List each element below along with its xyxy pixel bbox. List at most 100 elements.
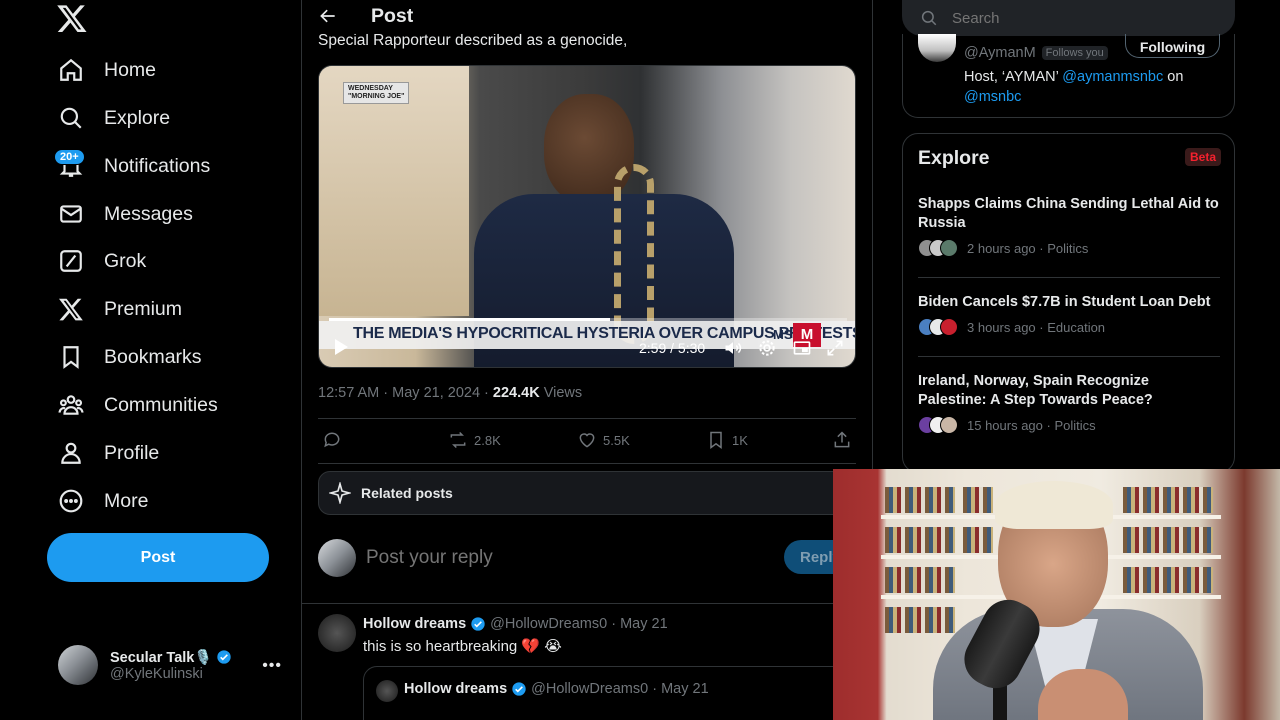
show-tag-day: WEDNESDAY: [348, 85, 393, 92]
divider: [318, 463, 856, 464]
avatar[interactable]: [918, 34, 956, 62]
nav-more[interactable]: More: [48, 479, 158, 523]
reply-input[interactable]: [366, 547, 766, 569]
search-input[interactable]: [952, 9, 1202, 27]
share-action[interactable]: [832, 430, 852, 450]
retweet-action[interactable]: 2.8K: [448, 430, 501, 450]
trend-title: Biden Cancels $7.7B in Student Loan Debt: [918, 294, 1211, 310]
nav-communities[interactable]: Communities: [48, 383, 228, 427]
reply-icon: [324, 432, 340, 448]
post-meta: 12:57 AM · May 21, 2024 · 224.4K Views: [318, 385, 582, 401]
post-header: Post: [302, 0, 872, 34]
trend-item[interactable]: Shapps Claims China Sending Lethal Aid t…: [918, 195, 1220, 257]
following-button[interactable]: Following: [1125, 34, 1220, 58]
x-logo-icon: [58, 298, 83, 321]
beta-badge: Beta: [1185, 148, 1222, 166]
nav-messages[interactable]: Messages: [48, 192, 203, 236]
more-circle-icon: [59, 489, 83, 513]
bookmark-icon: [63, 346, 79, 369]
video-player[interactable]: WEDNESDAY "MORNING JOE" THE MEDIA'S HYPO…: [318, 65, 856, 368]
trend-meta: 15 hours ago · Politics: [918, 416, 1220, 434]
nav-label: Premium: [104, 297, 183, 320]
follows-you-badge: Follows you: [1041, 46, 1108, 60]
retweet-icon: [450, 431, 466, 449]
bookmark-icon: [710, 431, 722, 449]
views-label: Views: [539, 385, 583, 401]
bio-link[interactable]: @msnbc: [964, 89, 1021, 105]
nav-premium[interactable]: Premium: [48, 287, 192, 331]
play-icon[interactable]: [333, 338, 349, 356]
explore-title: Explore: [918, 147, 990, 169]
bio-link[interactable]: @aymanmsnbc: [1062, 69, 1163, 85]
account-switcher[interactable]: Secular Talk🎙️ @KyleKulinski •••: [58, 645, 288, 685]
person-icon: [61, 442, 81, 464]
bio-text: Host, ‘AYMAN’: [964, 69, 1063, 85]
fullscreen-icon[interactable]: [825, 338, 845, 358]
reply-action[interactable]: [322, 430, 342, 450]
trend-title: Shapps Claims China Sending Lethal Aid t…: [918, 196, 1219, 231]
bookshelf: [1123, 487, 1213, 513]
like-action[interactable]: 5.5K: [577, 430, 630, 450]
divider: [918, 356, 1220, 357]
bookshelf: [963, 527, 993, 553]
retweet-count: 2.8K: [474, 432, 501, 448]
reply-text: this is so heartbreaking 💔 😭: [363, 638, 562, 655]
post-text: Special Rapporteur described as a genoci…: [318, 32, 628, 49]
bookmark-action[interactable]: 1K: [706, 430, 748, 450]
video-controls: 2:59 / 5:30: [319, 334, 855, 364]
nav-home[interactable]: Home: [48, 48, 166, 92]
search-bar[interactable]: [902, 0, 1235, 36]
post-timestamp: 12:57 AM · May 21, 2024 ·: [318, 385, 493, 401]
like-count: 5.5K: [603, 432, 630, 448]
reply-author-name[interactable]: Hollow dreams: [363, 616, 466, 632]
main-column: Post Special Rapporteur described as a g…: [302, 0, 873, 720]
trend-meta: 2 hours ago · Politics: [918, 239, 1220, 257]
more-options-icon[interactable]: •••: [262, 657, 282, 675]
divider: [302, 603, 872, 604]
mail-icon: [60, 205, 82, 223]
account-name: Secular Talk🎙️: [110, 649, 213, 666]
trend-avatars: [918, 318, 958, 336]
share-icon: [834, 431, 850, 448]
divider: [918, 277, 1220, 278]
settings-gear-icon[interactable]: [757, 338, 777, 358]
user-handle[interactable]: @AymanM: [964, 45, 1036, 61]
back-arrow-icon[interactable]: [318, 6, 338, 26]
trend-time: 15 hours ago · Politics: [967, 417, 1096, 433]
nav-label: Grok: [104, 249, 147, 272]
bookshelf: [885, 527, 955, 553]
related-posts-button[interactable]: Related posts: [318, 471, 858, 515]
nav-bookmarks[interactable]: Bookmarks: [48, 335, 212, 379]
nav-grok[interactable]: Grok: [48, 239, 156, 283]
nav-label: Bookmarks: [104, 345, 202, 368]
user-card: @AymanM Follows you Following Host, ‘AYM…: [902, 34, 1235, 118]
picture-in-picture-icon[interactable]: [792, 338, 812, 358]
related-posts-label: Related posts: [361, 485, 453, 501]
trend-item[interactable]: Biden Cancels $7.7B in Student Loan Debt…: [918, 293, 1220, 336]
trend-item[interactable]: Ireland, Norway, Spain Recognize Palesti…: [918, 372, 1220, 434]
nav-label: Messages: [104, 202, 193, 225]
page-title: Post: [371, 5, 414, 27]
nav-profile[interactable]: Profile: [48, 431, 169, 475]
bookmark-count: 1K: [732, 432, 748, 448]
avatar: [318, 539, 356, 577]
quoted-post[interactable]: Hollow dreams @HollowDreams0 · May 21: [363, 666, 858, 720]
trend-title: Ireland, Norway, Spain Recognize Palesti…: [918, 373, 1153, 408]
post-button[interactable]: Post: [47, 533, 269, 582]
sparkle-icon: [329, 482, 351, 504]
volume-icon[interactable]: [723, 338, 743, 358]
nav-explore[interactable]: Explore: [48, 96, 180, 140]
bookshelf: [1123, 567, 1213, 593]
user-bio: Host, ‘AYMAN’ @aymanmsnbc on @msnbc: [964, 67, 1224, 107]
bookshelf: [885, 487, 955, 513]
nav-label: Explore: [104, 106, 171, 129]
search-icon: [60, 107, 82, 129]
notifications-badge: 20+: [54, 149, 85, 165]
trend-avatars: [918, 239, 958, 257]
avatar[interactable]: [318, 614, 356, 652]
x-logo-icon[interactable]: [56, 2, 88, 34]
show-tag: WEDNESDAY "MORNING JOE": [343, 82, 410, 104]
trend-meta: 3 hours ago · Education: [918, 318, 1220, 336]
account-handle: @KyleKulinski: [110, 665, 203, 682]
video-progress-bar[interactable]: [329, 318, 847, 321]
